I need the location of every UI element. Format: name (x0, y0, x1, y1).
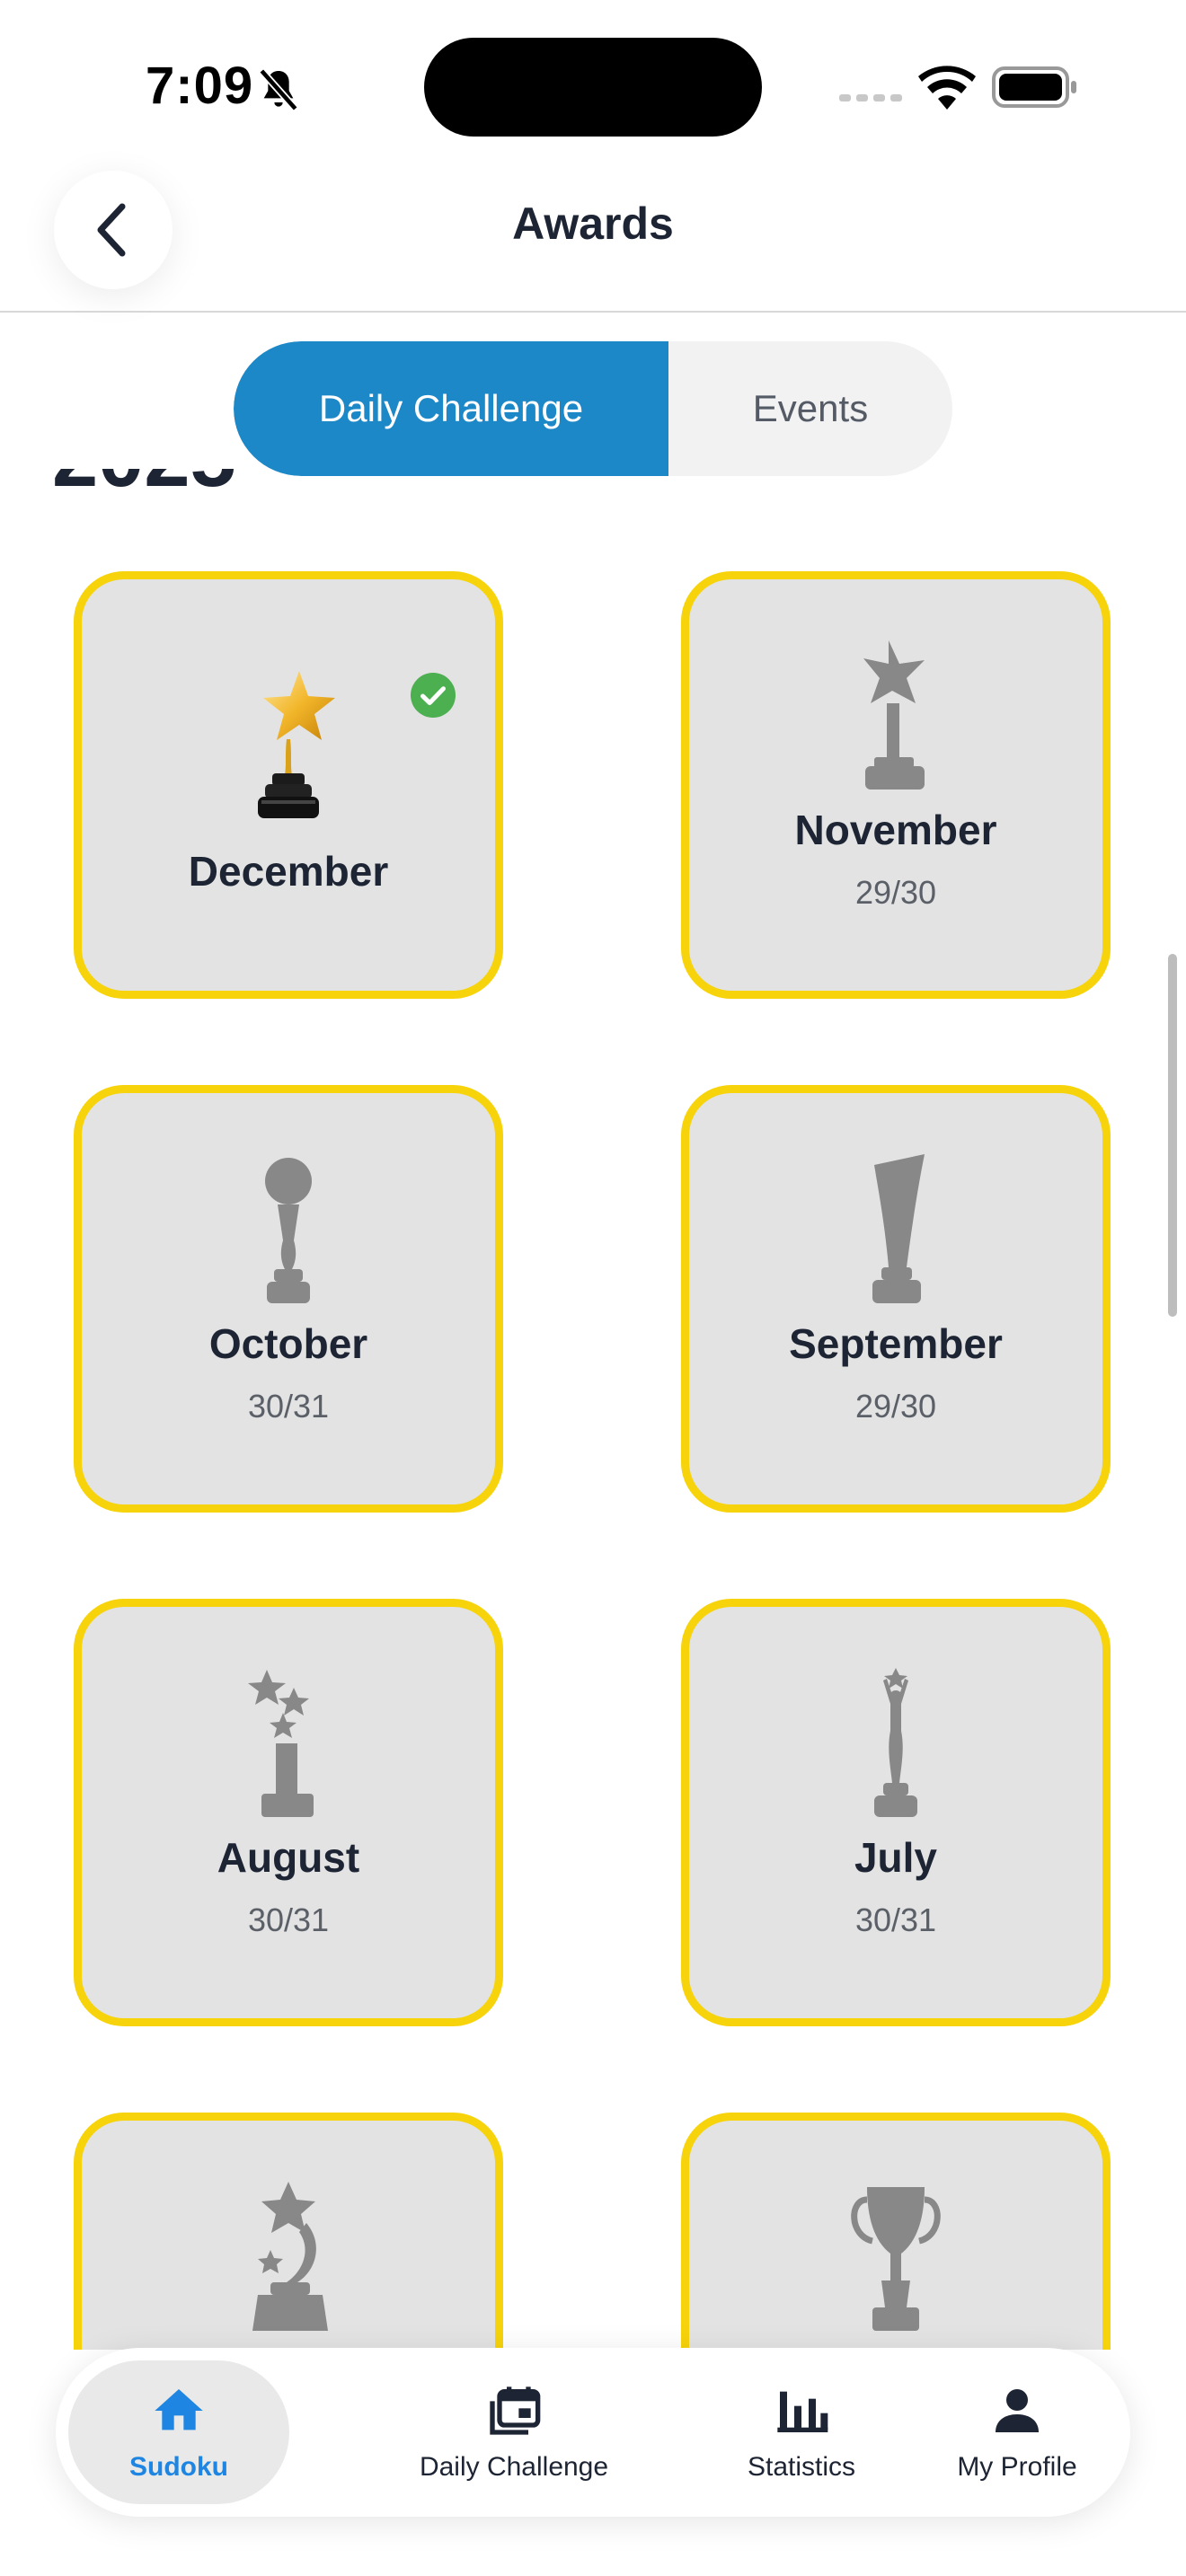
dynamic-island (424, 38, 762, 137)
award-progress: 30/31 (247, 1901, 330, 1938)
calendar-icon (490, 2386, 541, 2435)
nav-item-daily-challenge[interactable]: Daily Challenge (352, 2348, 676, 2517)
sphere-trophy-icon (265, 1158, 312, 1303)
tab-events[interactable]: Events (668, 341, 952, 476)
award-progress: 29/30 (854, 1388, 937, 1425)
wifi-icon (918, 66, 976, 110)
status-bar: 7:09 (0, 0, 1186, 171)
award-progress: 29/30 (854, 874, 937, 911)
bar-chart-icon (777, 2391, 828, 2432)
person-icon (996, 2389, 1039, 2432)
award-card-november[interactable]: November 29/30 (681, 571, 1111, 999)
award-month: July (854, 1834, 938, 1881)
bottom-navigation-bar: Sudoku Daily Challenge Statistics My Pro… (56, 2348, 1130, 2517)
nav-label: Daily Challenge (419, 2452, 609, 2482)
award-month: October (208, 1320, 368, 1367)
cellular-signal-icon (839, 94, 902, 101)
gold-star-trophy-icon (258, 671, 335, 818)
vertical-scrollbar[interactable] (1168, 954, 1177, 1317)
nav-item-statistics[interactable]: Statistics (676, 2348, 927, 2517)
award-month: December (188, 848, 389, 895)
top-app-bar: Awards (0, 171, 1186, 313)
cup-trophy-icon (851, 2187, 941, 2331)
nav-label: Sudoku (129, 2452, 228, 2482)
battery-icon (992, 66, 1076, 108)
header-divider (0, 311, 1186, 313)
award-card-october[interactable]: October 30/31 (74, 1085, 503, 1513)
star-trophy-icon (863, 640, 925, 790)
nav-label: Statistics (747, 2452, 856, 2482)
award-progress: 30/31 (854, 1901, 937, 1938)
awards-grid: December November 29/30 October 30/31 Se… (0, 521, 1186, 2350)
award-card-july[interactable]: July 30/31 (681, 1599, 1111, 2026)
award-progress: 30/31 (247, 1388, 330, 1425)
award-month: August (217, 1834, 360, 1881)
award-card-september[interactable]: September 29/30 (681, 1085, 1111, 1513)
three-stars-trophy-icon (248, 1670, 314, 1817)
award-card-december[interactable]: December (74, 571, 503, 999)
year-heading: 2025 (52, 469, 236, 519)
award-type-tabs: Daily Challenge Events (234, 341, 952, 476)
page-title: Awards (512, 198, 674, 249)
swirl-star-trophy-icon (252, 2182, 328, 2331)
award-card-partial-2[interactable] (681, 2113, 1111, 2350)
award-month: September (789, 1320, 1003, 1367)
bell-muted-icon (259, 68, 298, 111)
check-circle-icon (411, 673, 456, 718)
nav-item-my-profile[interactable]: My Profile (900, 2348, 1134, 2517)
column-trophy-icon (872, 1154, 925, 1303)
status-time: 7:09 (146, 57, 254, 115)
tab-daily-challenge[interactable]: Daily Challenge (234, 341, 668, 476)
award-card-august[interactable]: August 30/31 (74, 1599, 503, 2026)
figure-trophy-icon (874, 1668, 917, 1817)
home-icon (155, 2389, 203, 2430)
nav-label: My Profile (957, 2452, 1077, 2482)
award-month: November (794, 807, 997, 853)
nav-item-sudoku[interactable]: Sudoku (68, 2360, 289, 2504)
award-card-partial-1[interactable] (74, 2113, 503, 2350)
